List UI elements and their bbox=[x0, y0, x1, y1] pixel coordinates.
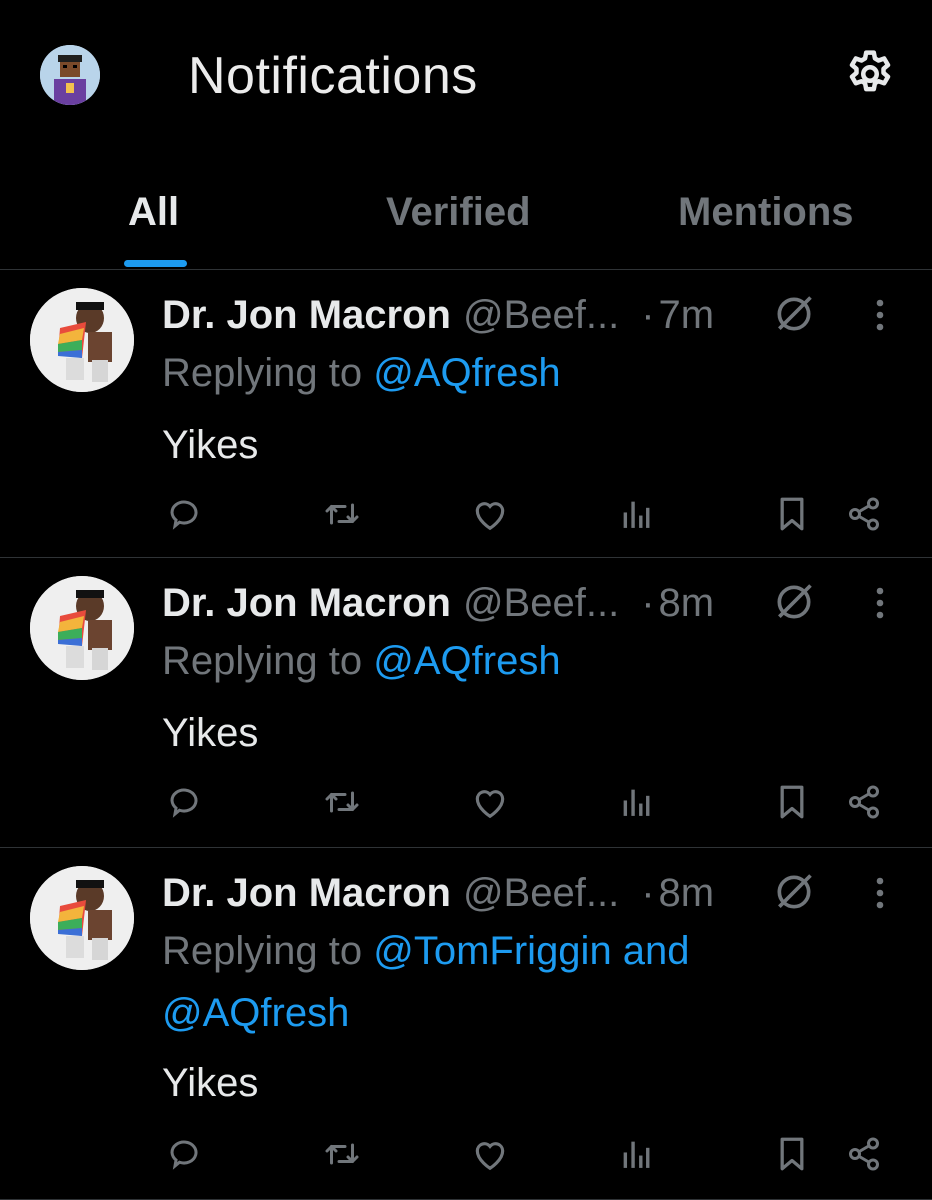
bookmark-icon bbox=[777, 1136, 807, 1172]
views-chart-icon bbox=[620, 785, 652, 819]
bookmark-icon bbox=[777, 784, 807, 820]
notification-header: Dr. Jon Macron @Beef... · 7m bbox=[162, 288, 714, 342]
avatar-image bbox=[40, 45, 100, 105]
display-name[interactable]: Dr. Jon Macron bbox=[162, 871, 451, 916]
user-handle[interactable]: @Beef... bbox=[463, 581, 619, 626]
notification-item[interactable]: Dr. Jon Macron @Beef... · 7m Replying to @AQ… bbox=[0, 270, 932, 558]
mention-link[interactable]: @AQfresh bbox=[162, 991, 349, 1035]
views-chart-icon bbox=[620, 1137, 652, 1171]
timestamp[interactable]: 8m bbox=[659, 581, 715, 626]
replying-to: Replying to @TomFriggin and @AQfresh bbox=[162, 920, 822, 1044]
notification-item[interactable]: Dr. Jon Macron @Beef... · 8m Replying to @AQ… bbox=[0, 558, 932, 848]
user-avatar[interactable] bbox=[30, 866, 134, 970]
tab-all[interactable]: All bbox=[128, 188, 179, 236]
action-bar bbox=[0, 1132, 932, 1182]
user-avatar-image bbox=[30, 866, 134, 970]
notification-header: Dr. Jon Macron @Beef... · 8m bbox=[162, 866, 714, 920]
share-icon bbox=[846, 1136, 882, 1172]
notification-text: Yikes bbox=[162, 1061, 259, 1105]
reply-button[interactable] bbox=[162, 492, 206, 536]
views-button[interactable] bbox=[614, 492, 658, 536]
share-icon bbox=[846, 784, 882, 820]
separator-dot: · bbox=[641, 292, 655, 337]
user-avatar[interactable] bbox=[30, 576, 134, 680]
more-options-button[interactable] bbox=[862, 578, 898, 628]
active-tab-indicator bbox=[124, 260, 187, 267]
page-title: Notifications bbox=[188, 47, 478, 105]
top-bar: Notifications bbox=[0, 0, 932, 150]
retweet-button[interactable] bbox=[320, 780, 364, 824]
more-options-button[interactable] bbox=[862, 290, 898, 340]
user-avatar-image bbox=[30, 288, 134, 392]
mute-button[interactable] bbox=[772, 292, 816, 336]
timestamp[interactable]: 8m bbox=[659, 871, 715, 916]
mention-link[interactable]: @TomFriggin and bbox=[373, 929, 689, 973]
display-name[interactable]: Dr. Jon Macron bbox=[162, 293, 451, 338]
retweet-icon bbox=[322, 784, 362, 820]
replying-to: Replying to @AQfresh bbox=[162, 630, 822, 692]
notification-text: Yikes bbox=[162, 711, 259, 755]
more-vertical-icon bbox=[873, 875, 887, 911]
heart-icon bbox=[471, 496, 509, 532]
retweet-button[interactable] bbox=[320, 492, 364, 536]
settings-button[interactable] bbox=[840, 44, 900, 104]
bookmark-icon bbox=[777, 496, 807, 532]
retweet-button[interactable] bbox=[320, 1132, 364, 1176]
like-button[interactable] bbox=[468, 1132, 512, 1176]
replying-label: Replying to bbox=[162, 351, 363, 395]
share-icon bbox=[846, 496, 882, 532]
bookmark-button[interactable] bbox=[770, 780, 814, 824]
share-button[interactable] bbox=[842, 780, 886, 824]
more-vertical-icon bbox=[873, 585, 887, 621]
replying-to: Replying to @AQfresh bbox=[162, 342, 822, 404]
notification-header: Dr. Jon Macron @Beef... · 8m bbox=[162, 576, 714, 630]
action-bar bbox=[0, 492, 932, 542]
like-button[interactable] bbox=[468, 492, 512, 536]
display-name[interactable]: Dr. Jon Macron bbox=[162, 581, 451, 626]
comment-icon bbox=[166, 784, 202, 820]
action-bar bbox=[0, 780, 932, 830]
comment-icon bbox=[166, 1136, 202, 1172]
separator-dot: · bbox=[641, 870, 655, 915]
timestamp[interactable]: 7m bbox=[659, 293, 715, 338]
like-button[interactable] bbox=[468, 780, 512, 824]
muted-circle-icon bbox=[772, 292, 816, 336]
heart-icon bbox=[471, 1136, 509, 1172]
muted-circle-icon bbox=[772, 580, 816, 624]
separator-dot: · bbox=[641, 580, 655, 625]
muted-circle-icon bbox=[772, 870, 816, 914]
views-button[interactable] bbox=[614, 1132, 658, 1176]
retweet-icon bbox=[322, 496, 362, 532]
notification-tabs: All Verified Mentions bbox=[0, 150, 932, 270]
user-handle[interactable]: @Beef... bbox=[463, 293, 619, 338]
more-vertical-icon bbox=[873, 297, 887, 333]
reply-button[interactable] bbox=[162, 1132, 206, 1176]
user-avatar-image bbox=[30, 576, 134, 680]
replying-label: Replying to bbox=[162, 639, 363, 683]
user-avatar[interactable] bbox=[30, 288, 134, 392]
mention-link[interactable]: @AQfresh bbox=[373, 639, 560, 683]
more-options-button[interactable] bbox=[862, 868, 898, 918]
notification-item[interactable]: Dr. Jon Macron @Beef... · 8m Replying to @To… bbox=[0, 848, 932, 1200]
share-button[interactable] bbox=[842, 492, 886, 536]
views-chart-icon bbox=[620, 497, 652, 531]
user-handle[interactable]: @Beef... bbox=[463, 871, 619, 916]
views-button[interactable] bbox=[614, 780, 658, 824]
retweet-icon bbox=[322, 1136, 362, 1172]
bookmark-button[interactable] bbox=[770, 492, 814, 536]
notification-text: Yikes bbox=[162, 423, 259, 467]
tab-verified[interactable]: Verified bbox=[386, 188, 531, 236]
heart-icon bbox=[471, 784, 509, 820]
gear-icon bbox=[849, 50, 891, 92]
comment-icon bbox=[166, 496, 202, 532]
tab-mentions[interactable]: Mentions bbox=[678, 188, 854, 236]
replying-label: Replying to bbox=[162, 929, 363, 973]
bookmark-button[interactable] bbox=[770, 1132, 814, 1176]
mute-button[interactable] bbox=[772, 580, 816, 624]
mention-link[interactable]: @AQfresh bbox=[373, 351, 560, 395]
profile-avatar[interactable] bbox=[40, 45, 100, 105]
share-button[interactable] bbox=[842, 1132, 886, 1176]
reply-button[interactable] bbox=[162, 780, 206, 824]
mute-button[interactable] bbox=[772, 870, 816, 914]
